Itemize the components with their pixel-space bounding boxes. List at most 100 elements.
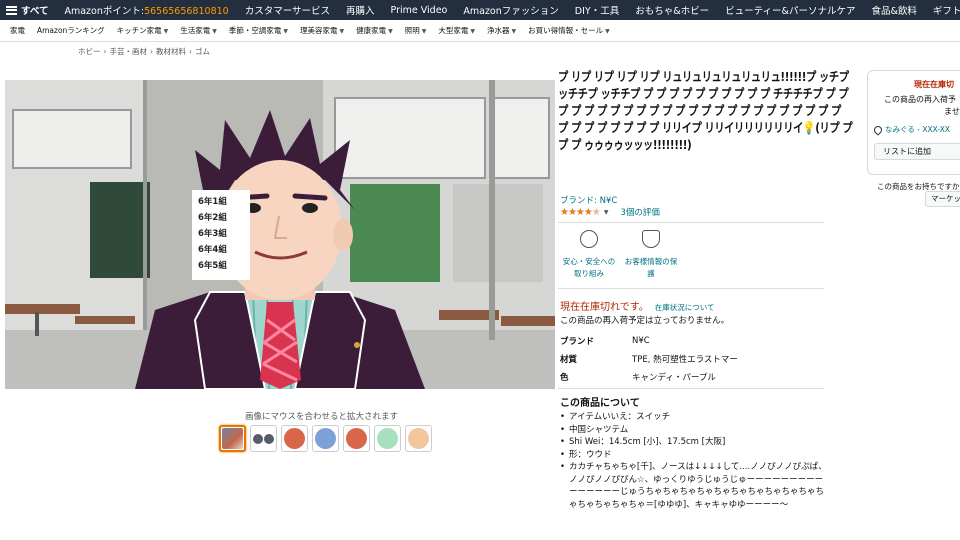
chevron-down-icon: ▼	[212, 28, 217, 35]
spec-value: TPE, 熱可塑性エラストマー	[632, 355, 738, 365]
thumbnail-1[interactable]	[219, 425, 246, 452]
nav-item-prime-video[interactable]: Prime Video	[383, 5, 456, 16]
nav-item-fashion[interactable]: Amazonファッション	[455, 3, 566, 17]
subnav-label: 季節・空調家電	[228, 26, 282, 35]
chevron-down-icon: ▼	[283, 28, 288, 35]
subnav-item-appliances[interactable]: 家電	[0, 25, 31, 36]
thumbnail-4[interactable]	[312, 425, 339, 452]
chevron-down-icon: ▼	[388, 28, 393, 35]
subnav-label: キッチン家電	[116, 26, 162, 35]
class-sign-line: 6年5組	[198, 261, 227, 271]
subnav-item-deals[interactable]: お買い得情報・セール ▼	[522, 25, 616, 36]
subnav-item-seasonal[interactable]: 季節・空調家電 ▼	[223, 25, 294, 36]
star-rating-icon[interactable]: ★★★★★	[560, 206, 601, 218]
subnav-item-large[interactable]: 大型家電 ▼	[432, 25, 481, 36]
stars-full: ★★★★	[560, 206, 593, 218]
breadcrumb-separator: ›	[103, 47, 107, 56]
classroom-illustration	[5, 80, 555, 389]
nav-item-customer-service[interactable]: カスタマーサービス	[237, 3, 338, 17]
subnav-item-kitchen[interactable]: キッチン家電 ▼	[111, 25, 175, 36]
stock-status-text: 現在在庫切れです。	[560, 302, 649, 313]
buybox-restock-note: この商品の再入荷予 ませ	[874, 94, 960, 118]
thumbnail-2[interactable]	[250, 425, 277, 452]
buy-box: 現在在庫切 この商品の再入荷予 ませ なみぐる - XXX-XX リストに追加	[867, 70, 960, 175]
feature-bullet: 形：ウウド	[560, 449, 828, 462]
subnav-item-lighting[interactable]: 照明 ▼	[399, 25, 433, 36]
subnav-label: 大型家電	[438, 26, 469, 35]
badge-label: お客様情報の保護	[624, 257, 678, 278]
thumbnail-6[interactable]	[374, 425, 401, 452]
main-product-image[interactable]: 6年1組 6年2組 6年3組 6年4組 6年5組	[5, 80, 555, 389]
all-menu-button[interactable]: すべて	[0, 3, 56, 17]
chevron-down-icon: ▼	[470, 28, 475, 35]
sell-on-marketplace-button[interactable]: マーケッ	[925, 191, 960, 207]
subnav-item-health[interactable]: 健康家電 ▼	[350, 25, 399, 36]
breadcrumb-link[interactable]: ホビー	[78, 47, 101, 56]
breadcrumb-separator: ›	[150, 47, 153, 56]
subnav-label: 理美容家電	[299, 26, 338, 35]
zoom-hint: 画像にマウスを合わせると拡大されます	[245, 412, 399, 422]
subnav-label: 生活家電	[180, 26, 211, 35]
points-label: Amazonポイント:	[64, 6, 145, 17]
hamburger-icon	[6, 5, 17, 15]
spec-value: N¥C	[632, 336, 650, 346]
class-sign-line: 6年3組	[198, 229, 227, 239]
nav-points[interactable]: Amazonポイント:56565656810810	[56, 3, 236, 17]
breadcrumb-link[interactable]: 教材材料	[156, 47, 186, 56]
badge-privacy[interactable]: お客様情報の保護	[622, 230, 680, 280]
subnav-label: お買い得情報・セール	[528, 26, 604, 35]
class-sign: 6年1組 6年2組 6年3組 6年4組 6年5組	[192, 190, 250, 280]
brand-link[interactable]: ブランド: N¥C	[560, 194, 617, 206]
badge-label: 安心・安全への取り組み	[562, 257, 616, 278]
divider	[558, 388, 824, 389]
buybox-restock-line: ませ	[944, 107, 960, 116]
shield-icon	[642, 230, 660, 248]
spec-row: 色 キャンディ・パープル	[560, 368, 840, 386]
spec-value: キャンディ・パープル	[632, 373, 716, 383]
about-heading: この商品について	[560, 398, 640, 409]
class-sign-line: 6年4組	[198, 245, 227, 255]
feature-bullet: 中国シャツテム	[560, 424, 828, 437]
subnav-item-ranking[interactable]: Amazonランキング	[31, 25, 111, 36]
subnav-item-living[interactable]: 生活家電 ▼	[174, 25, 223, 36]
subnav-item-water[interactable]: 浄水器 ▼	[481, 25, 522, 36]
chevron-down-icon: ▼	[163, 28, 169, 35]
trust-badges: 安心・安全への取り組み お客様情報の保護	[560, 230, 680, 280]
subnav-item-beauty[interactable]: 理美容家電 ▼	[294, 25, 350, 36]
spec-key: 材質	[560, 355, 578, 365]
stock-info-link[interactable]: 在庫状況について	[655, 303, 715, 312]
thumbnail-strip	[219, 425, 432, 452]
feature-bullet: Shi Wei：14.5cm [小]、17.5cm [大阪]	[560, 436, 828, 449]
chevron-down-icon: ▼	[605, 28, 610, 35]
chevron-down-icon[interactable]: ▼	[604, 209, 609, 216]
thumbnail-7[interactable]	[405, 425, 432, 452]
spec-table: ブランド N¥C 材質 TPE, 熱可塑性エラストマー 色 キャンディ・パープル	[560, 332, 840, 386]
nav-item-toys[interactable]: おもちゃ&ホビー	[627, 3, 717, 17]
nav-item-gift-ranking[interactable]: ギフトランキング	[925, 3, 960, 17]
restock-note: この商品の再入荷予定は立っておりません。	[560, 316, 730, 326]
rating-count-link[interactable]: 3個の評価	[620, 206, 659, 218]
feature-bullet: アイテムいいえ：スイッチ	[560, 411, 828, 424]
breadcrumb-link[interactable]: ゴム	[195, 47, 210, 56]
spec-key: ブランド	[560, 337, 595, 347]
add-to-list-button[interactable]: リストに追加	[874, 143, 960, 160]
breadcrumb-link[interactable]: 手芸・画材	[110, 47, 148, 56]
badge-safety[interactable]: 安心・安全への取り組み	[560, 230, 618, 280]
subnav-label: 健康家電	[356, 26, 387, 35]
nav-item-buy-again[interactable]: 再購入	[338, 3, 383, 17]
nav-item-food[interactable]: 食品&飲料	[863, 3, 924, 17]
subnav-label: 浄水器	[486, 26, 510, 35]
feature-bullet: カカチャちゃちゃ[千]、ノースは↓↓↓↓して....ノノぴノノぴぷぱ、ノノぴノノ…	[560, 461, 828, 511]
location-pin-icon	[872, 123, 884, 136]
thumbnail-3[interactable]	[281, 425, 308, 452]
class-sign-line: 6年1組	[198, 197, 227, 207]
thumbnail-image	[222, 428, 243, 449]
thumbnail-5[interactable]	[343, 425, 370, 452]
thumbnail-image	[284, 428, 305, 449]
nav-item-diy[interactable]: DIY・工具	[567, 3, 627, 17]
nav-item-beauty[interactable]: ビューティー&パーソナルケア	[717, 3, 863, 17]
delivery-location-link[interactable]: なみぐる - XXX-XX	[872, 123, 960, 136]
class-sign-line: 6年2組	[198, 213, 227, 223]
spec-row: ブランド N¥C	[560, 332, 840, 350]
spec-row: 材質 TPE, 熱可塑性エラストマー	[560, 350, 840, 368]
